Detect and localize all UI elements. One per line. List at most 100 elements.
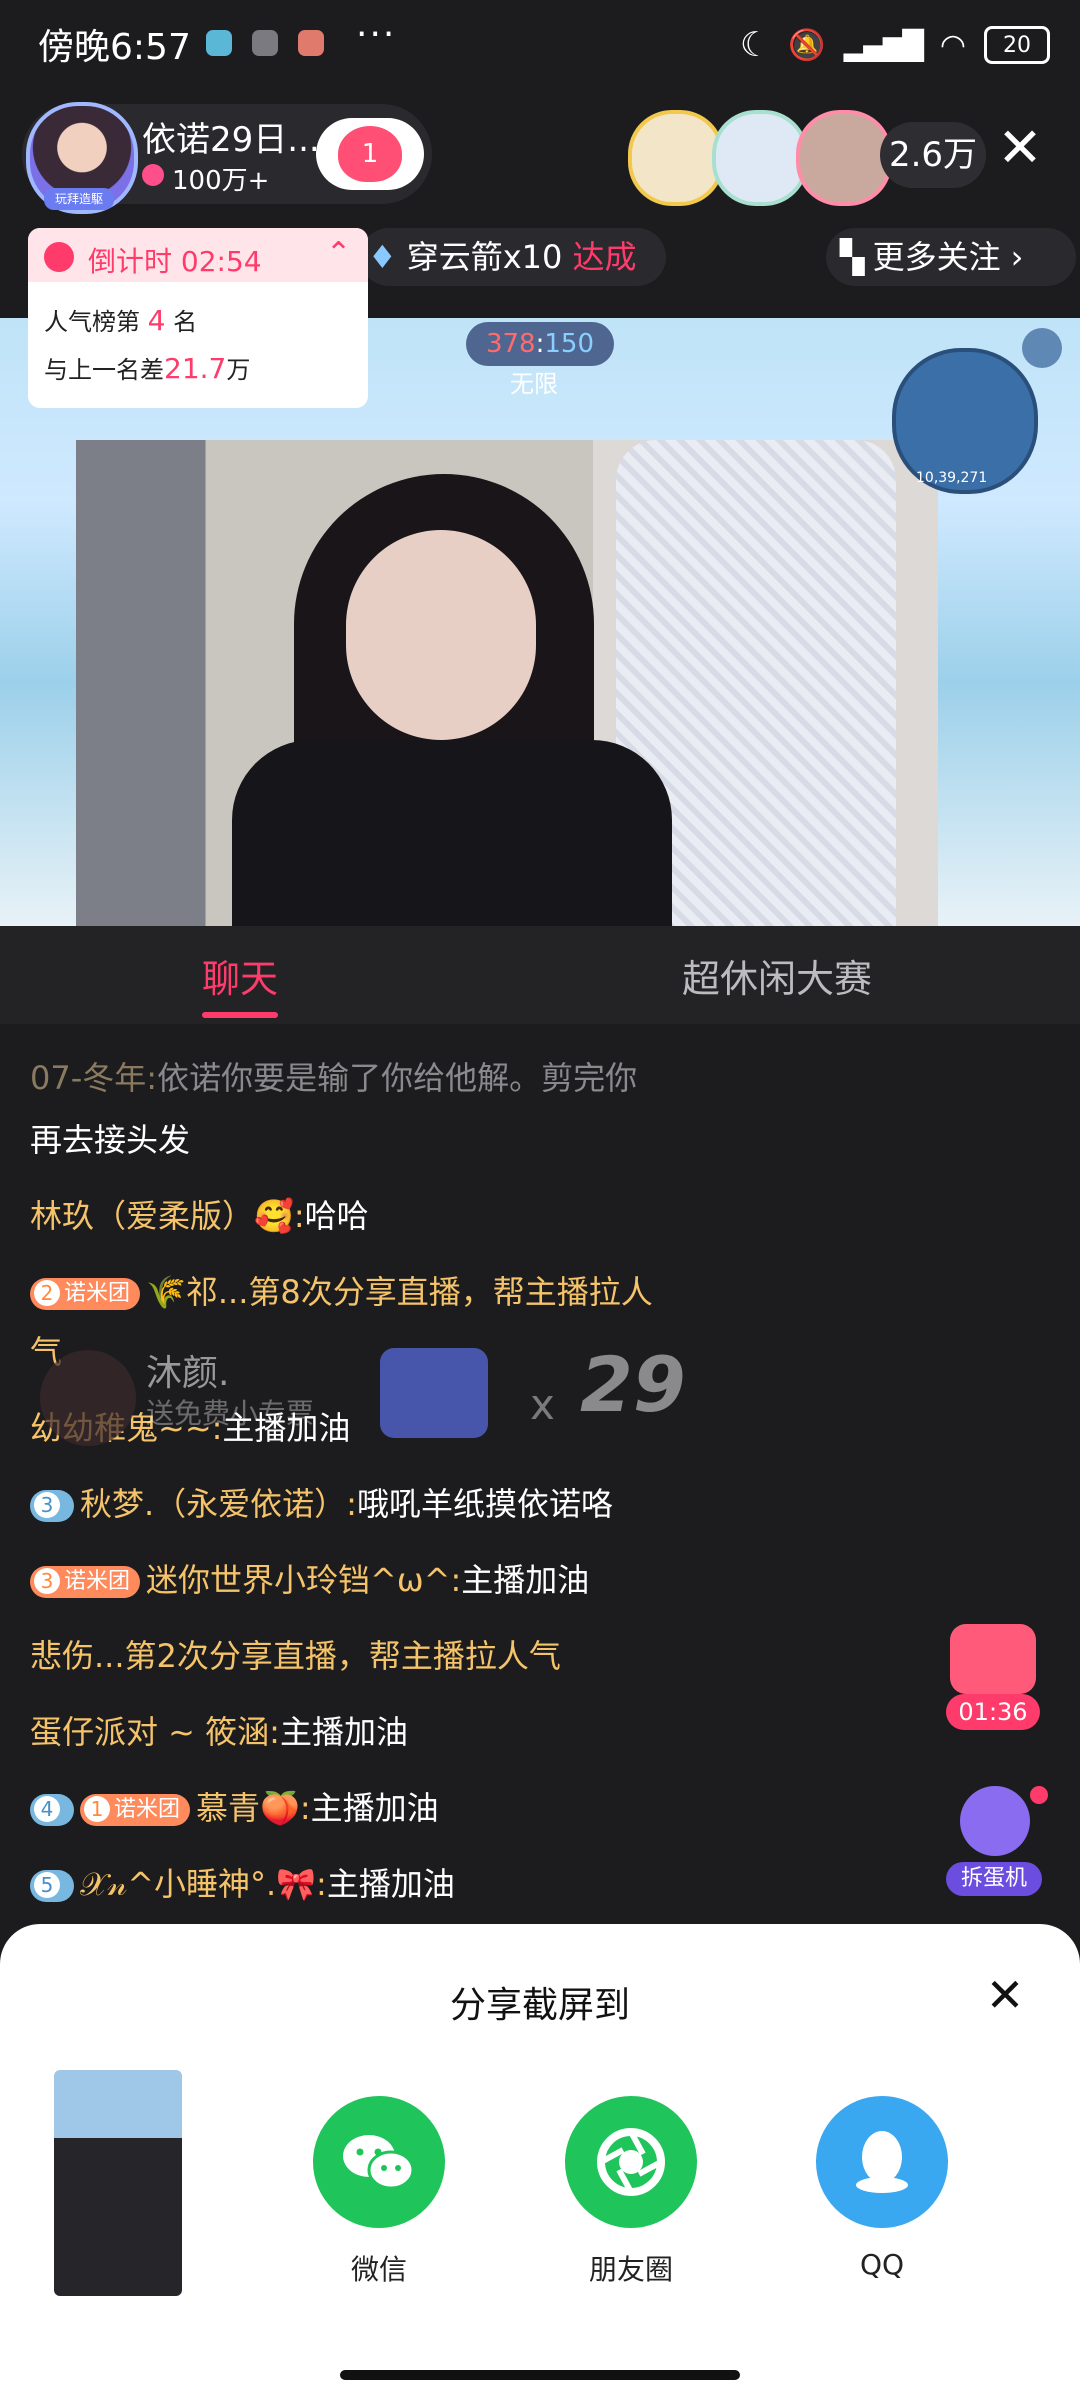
chat-nick: 慕青🍑: — [196, 1789, 311, 1827]
chat-nick: 迷你世界小玲铛^ω^: — [146, 1561, 462, 1599]
rocket-icon: ♦ — [368, 238, 397, 276]
gift-sender-name: 沐颜. — [146, 1353, 230, 1394]
moments-icon — [565, 2096, 697, 2228]
viewer-count[interactable]: 2.6万 — [880, 122, 986, 188]
screenshot-thumbnail[interactable] — [54, 2070, 182, 2296]
viewer-avatar[interactable] — [712, 110, 808, 206]
chat-message[interactable]: 3 秋梦.（永爱依诺）:哦吼羊纸摸依诺咯 — [30, 1484, 613, 1524]
popularity-rank: 人气榜第 4 名 — [44, 302, 197, 337]
minimap-coords: 10,39,271 — [916, 470, 988, 486]
share-label: QQ — [859, 2248, 905, 2281]
share-wechat[interactable]: 微信 — [313, 2096, 445, 2288]
status-time: 傍晚6:57 — [38, 27, 191, 68]
tab-contest[interactable]: 超休闲大赛 — [682, 948, 872, 1003]
share-sheet-title: 分享截屏到 — [449, 1985, 630, 2026]
badge-label: 诺米团 — [64, 1281, 131, 1306]
gift-banner: 沐颜. 送免费小专票 x 29 — [40, 1340, 686, 1460]
anchor-name[interactable]: 依诺29日... — [142, 112, 320, 161]
score-left: 378 — [485, 329, 536, 359]
share-qq[interactable]: QQ — [816, 2096, 948, 2281]
follow-count: 1 — [361, 139, 379, 169]
chat-nick: 蛋仔派对 ~ 筱涵: — [30, 1713, 280, 1751]
tab-bar: 聊天 超休闲大赛 — [0, 926, 1080, 1024]
fan-badge: 2 诺米团 — [30, 1278, 141, 1310]
chat-text: 主播加油 — [310, 1789, 439, 1827]
close-icon[interactable]: ✕ — [990, 118, 1050, 178]
moon-icon: ☾ — [739, 25, 771, 65]
app-notification-icon — [298, 30, 324, 56]
level-badge: 5 — [30, 1870, 74, 1902]
level-badge: 3 — [30, 1490, 74, 1522]
chat-text: 🌾祁...第8次分享直播，帮主播拉人 — [146, 1273, 653, 1311]
home-indicator[interactable] — [340, 2370, 740, 2380]
egg-smash-label: 拆蛋机 — [946, 1862, 1042, 1896]
chat-message[interactable]: 3 诺米团 迷你世界小玲铛^ω^:主播加油 — [30, 1560, 589, 1600]
heart-icon — [142, 164, 164, 186]
follow-button[interactable]: 1 — [316, 118, 424, 190]
person-face — [346, 530, 536, 740]
fan-badge: 1 诺米团 — [80, 1794, 191, 1826]
badge-level: 4 — [34, 1796, 60, 1822]
chat-message[interactable]: 4 1 诺米团 慕青🍑:主播加油 — [30, 1788, 439, 1828]
gift-task-pill[interactable]: ♦ 穿云箭x10 达成 — [360, 228, 666, 286]
badge-level: 3 — [34, 1568, 60, 1594]
chest-timer: 01:36 — [946, 1694, 1040, 1730]
gap-value: 21.7 — [164, 352, 227, 385]
wechat-icon — [313, 2096, 445, 2228]
app-notification-icon — [206, 30, 232, 56]
fan-badge: 3 诺米团 — [30, 1566, 141, 1598]
live-header: 玩拜造駆 依诺29日... 100万+ 1 2.6万 ✕ — [0, 90, 1080, 220]
gift-times: x — [530, 1380, 555, 1429]
rank-value: 4 — [147, 304, 166, 337]
status-bar: 傍晚6:57 ··· ☾ 🔕 ▂▄▆█ ◠ 20 — [0, 0, 1080, 90]
chat-text: 依诺你要是输了你给他解。剪完你 — [157, 1059, 638, 1097]
badge-label: 诺米团 — [114, 1797, 181, 1822]
gift-ticket-icon — [380, 1348, 488, 1438]
rank-suffix: 名 — [173, 308, 198, 336]
chat-message[interactable]: 蛋仔派对 ~ 筱涵:主播加油 — [30, 1712, 408, 1752]
close-icon[interactable]: ✕ — [980, 1970, 1030, 2020]
popularity-popup[interactable]: 倒计时 02:54 ⌃ 人气榜第 4 名 与上一名差21.7万 — [28, 228, 368, 408]
chat-message[interactable]: 再去接头发 — [30, 1120, 190, 1160]
gap-suffix: 万 — [226, 356, 251, 384]
gap-prefix: 与上一名差 — [44, 356, 164, 384]
chat-message[interactable]: 悲伤...第2次分享直播，帮主播拉人气 — [30, 1636, 561, 1676]
app-notification-icon — [252, 30, 278, 56]
grid-icon: ▚ — [840, 238, 865, 276]
game-score: 378:150 — [466, 322, 614, 366]
gift-count: 29 — [580, 1340, 686, 1429]
viewer-avatar[interactable] — [628, 110, 724, 206]
wifi-icon: ◠ — [939, 27, 966, 63]
anchor-followers: 100万+ — [172, 166, 270, 196]
chat-text: 哦吼羊纸摸依诺咯 — [356, 1485, 613, 1523]
treasure-chest-icon — [950, 1624, 1036, 1694]
share-moments[interactable]: 朋友圈 — [565, 2096, 697, 2288]
person-body — [232, 740, 672, 926]
share-sheet: 分享截屏到 ✕ 微信 朋友圈 QQ — [0, 1924, 1080, 2400]
badge-level: 2 — [34, 1280, 60, 1306]
clock-icon — [44, 242, 74, 272]
chat-nick: 07-冬年: — [30, 1059, 158, 1097]
chat-text: 再去接头发 — [30, 1121, 191, 1159]
tab-indicator — [202, 1012, 278, 1018]
more-follow-button[interactable]: ▚ 更多关注 › — [826, 228, 1076, 286]
viewer-avatar[interactable] — [796, 110, 892, 206]
badge-level: 3 — [34, 1492, 60, 1518]
chat-nick: 秋梦.（永爱依诺）: — [80, 1485, 357, 1523]
chat-message[interactable]: 07-冬年:依诺你要是输了你给他解。剪完你 — [30, 1058, 637, 1098]
live-video[interactable]: 378:150 无限 10,39,271 — [0, 318, 1080, 926]
treasure-chest-button[interactable]: 01:36 — [946, 1624, 1040, 1734]
chevron-up-icon[interactable]: ⌃ — [326, 236, 351, 271]
chat-nick: 𝒳𝓃^小睡神°.🎀: — [80, 1865, 327, 1903]
more-follow-label: 更多关注 — [872, 238, 1001, 276]
chat-text: 悲伤...第2次分享直播，帮主播拉人气 — [30, 1637, 561, 1675]
egg-smash-button[interactable]: 拆蛋机 — [946, 1786, 1048, 1896]
popularity-gap: 与上一名差21.7万 — [44, 350, 250, 385]
hammer-icon — [960, 1786, 1030, 1856]
battery-icon: 20 — [984, 26, 1050, 64]
chat-message[interactable]: 林玖（爱柔版）🥰:哈哈 — [30, 1196, 369, 1236]
chat-message[interactable]: 5 𝒳𝓃^小睡神°.🎀:主播加油 — [30, 1864, 455, 1904]
chat-message[interactable]: 2 诺米团 🌾祁...第8次分享直播，帮主播拉人 — [30, 1272, 653, 1312]
tab-chat[interactable]: 聊天 — [202, 948, 278, 1003]
status-more-icon: ··· — [356, 14, 397, 55]
